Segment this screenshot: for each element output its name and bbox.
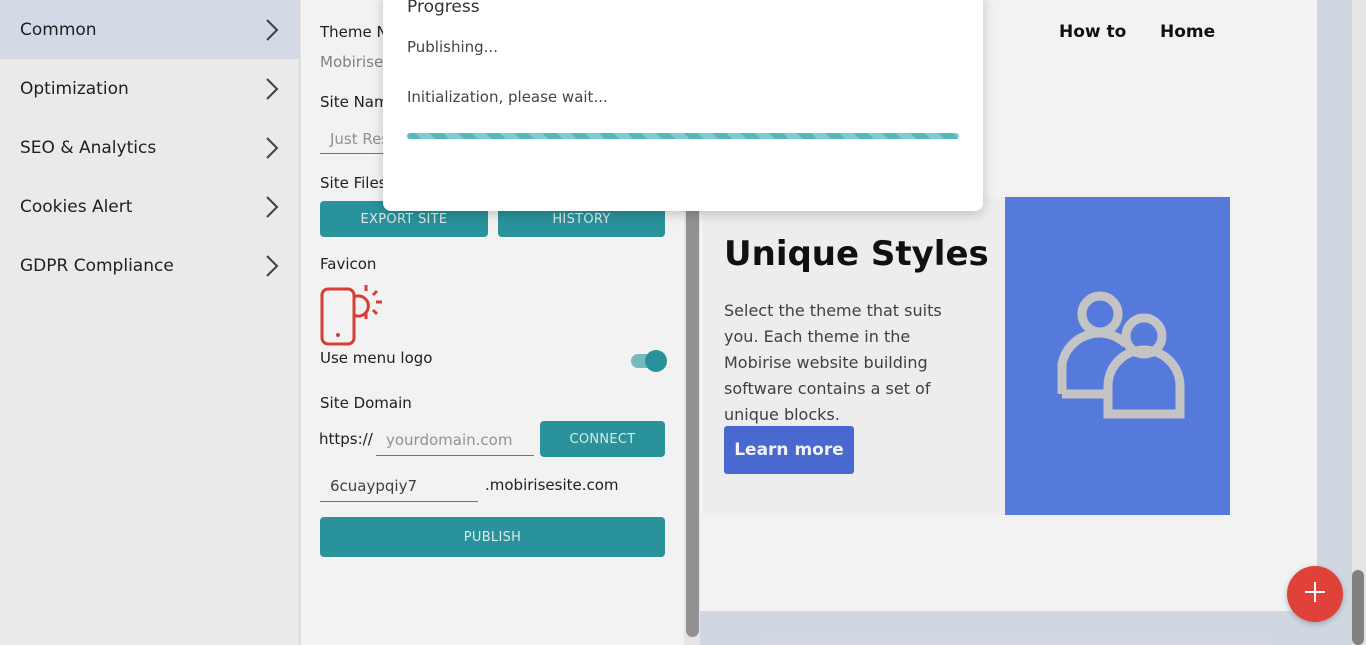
plus-icon [1303,580,1327,608]
progress-dialog: Progress Publishing... Initialization, p… [383,0,983,211]
dialog-title: Progress [407,0,480,17]
progress-bar [407,133,959,139]
dialog-message: Initialization, please wait... [407,88,608,106]
dialog-status: Publishing... [407,38,498,56]
add-block-button[interactable] [1287,566,1343,622]
